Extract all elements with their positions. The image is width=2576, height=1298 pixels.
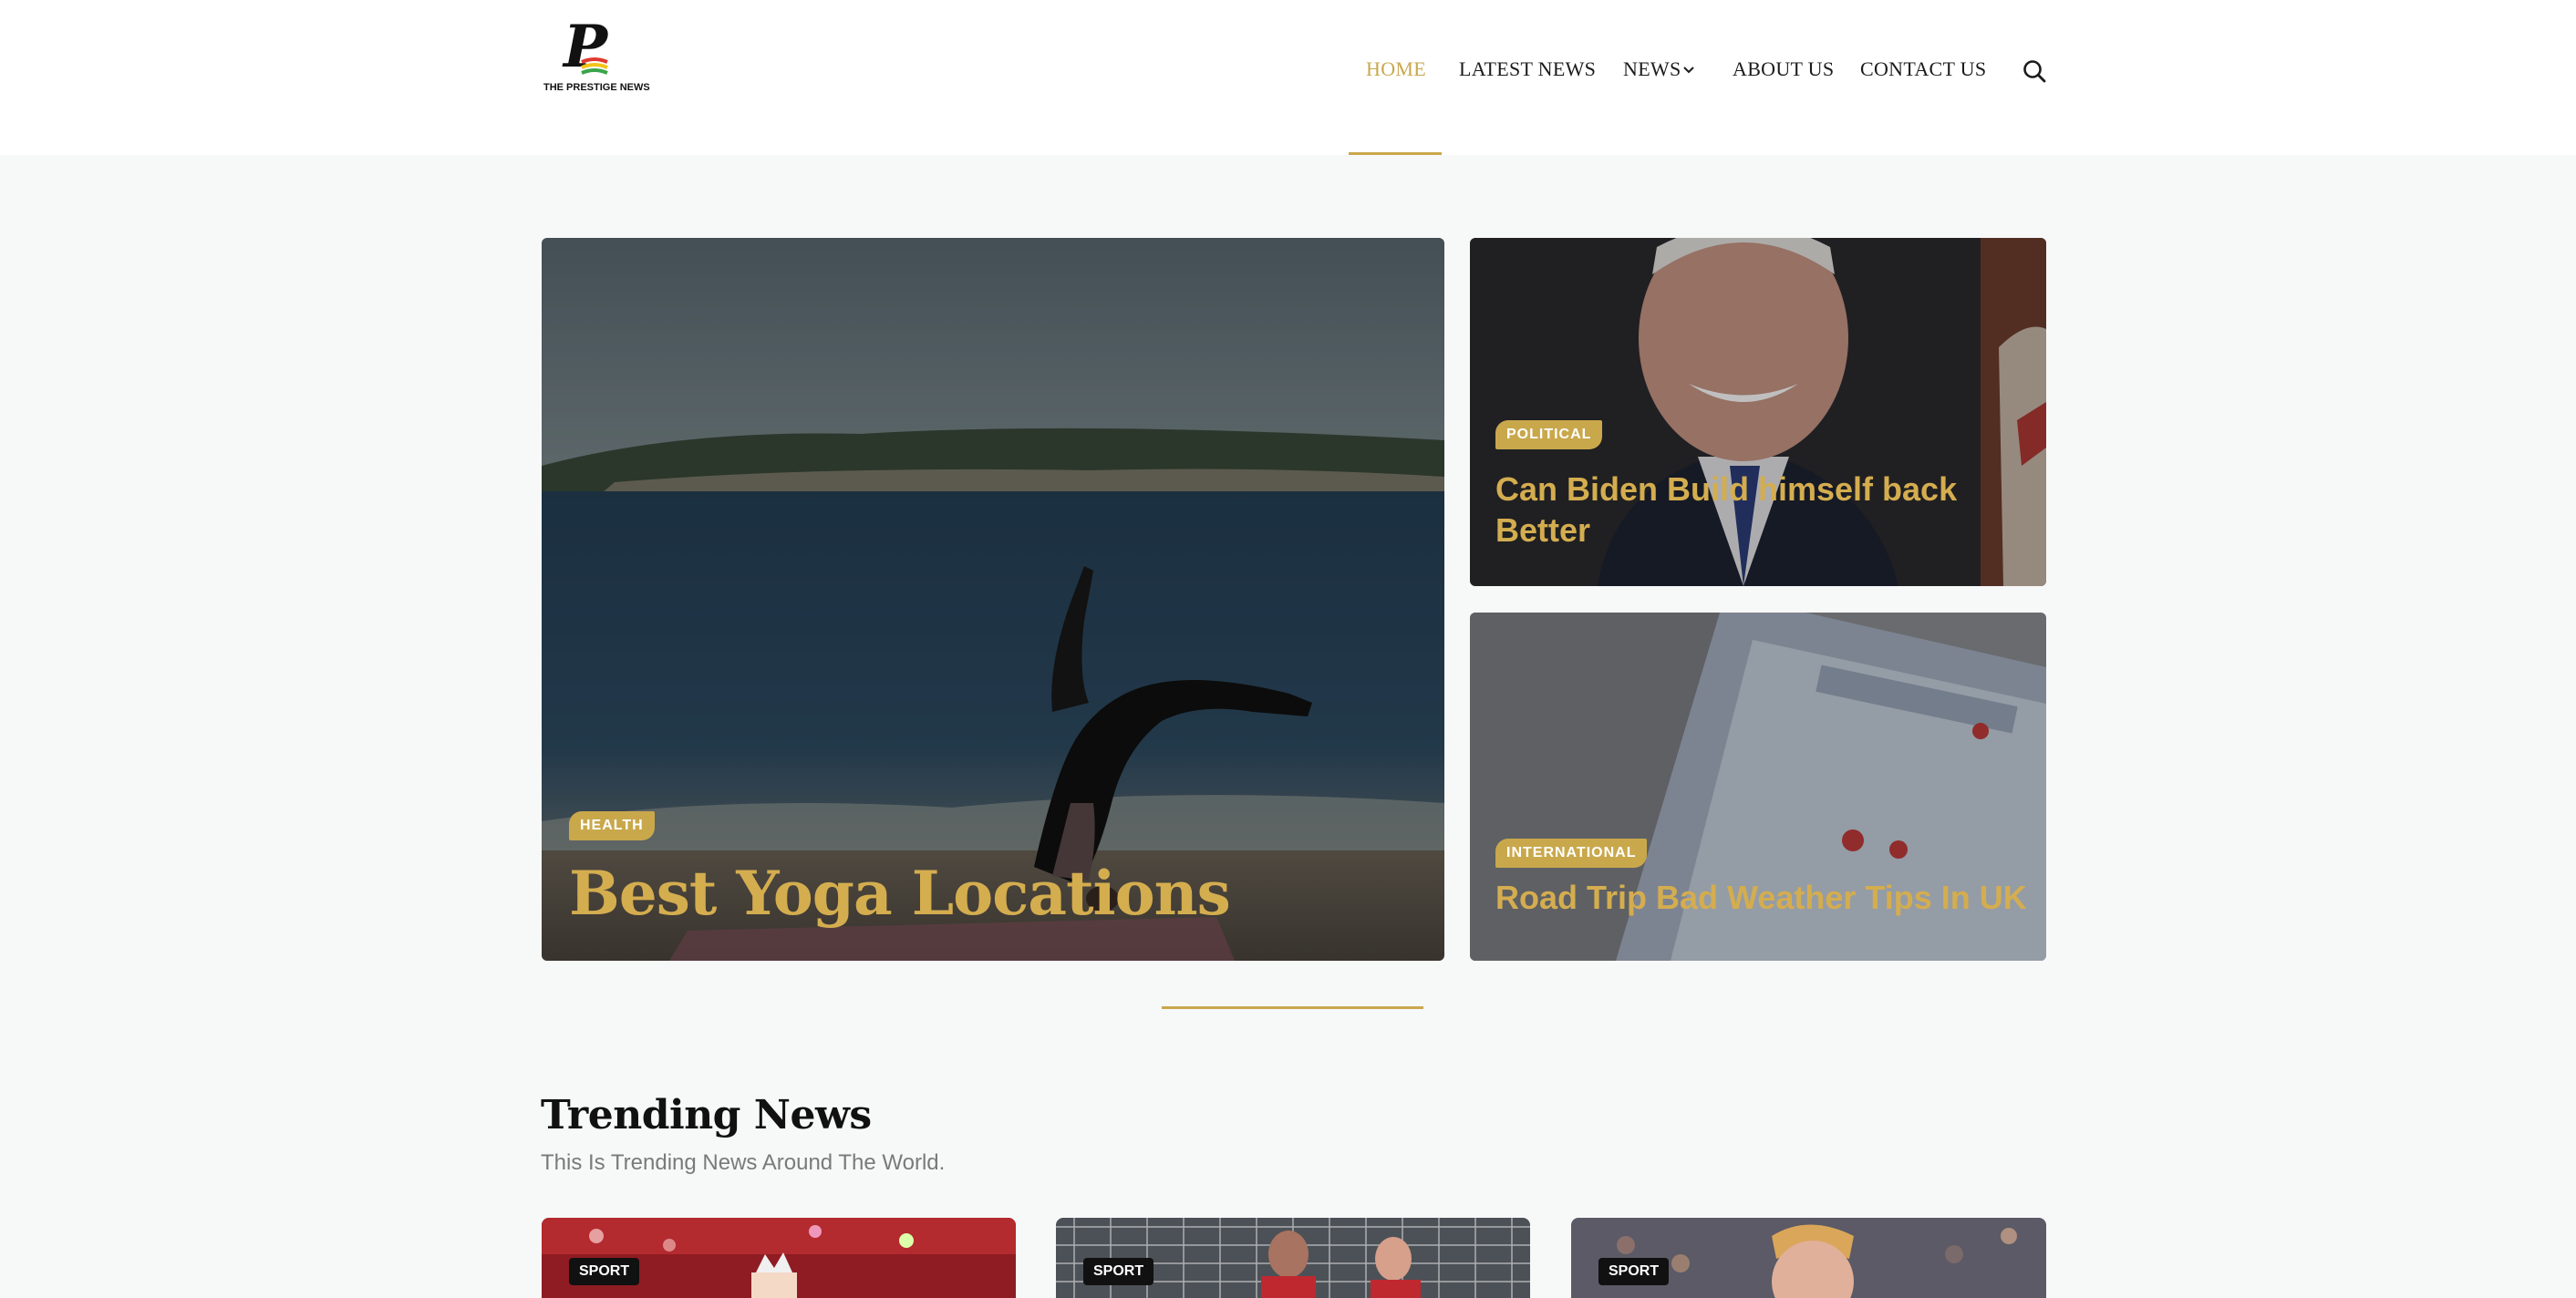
trending-card[interactable]: SPORT [542,1218,1016,1298]
site-header: P THE PRESTIGE NEWS HOME LATEST NEWS NEW… [0,0,2576,155]
hero-main-title[interactable]: Best Yoga Locations [569,858,1231,929]
category-badge[interactable]: SPORT [1083,1258,1154,1285]
search-icon[interactable] [2022,58,2047,84]
category-badge[interactable]: SPORT [569,1258,640,1285]
nav-news[interactable]: NEWS [1623,57,1681,81]
category-badge[interactable]: SPORT [1598,1258,1670,1285]
site-logo[interactable]: P THE PRESTIGE NEWS [543,18,650,97]
category-badge[interactable]: INTERNATIONAL [1495,839,1648,868]
trending-title: Trending News [541,1092,872,1138]
logo-text: THE PRESTIGE NEWS [543,82,650,93]
nav-latest-news[interactable]: LATEST NEWS [1459,57,1596,81]
logo-stripes [581,57,608,75]
hero-international-title[interactable]: Road Trip Bad Weather Tips In UK [1495,877,2027,918]
nav-home[interactable]: HOME [1366,57,1426,81]
nav-about-us[interactable]: ABOUT US [1733,57,1834,81]
trending-card[interactable]: SPORT [1571,1218,2046,1298]
hero-card-political[interactable]: POLITICAL Can Biden Build himself back B… [1470,238,2046,586]
category-badge[interactable]: HEALTH [569,811,655,840]
nav-contact-us[interactable]: CONTACT US [1860,57,1986,81]
trending-subtitle: This Is Trending News Around The World. [541,1150,946,1175]
category-badge[interactable]: POLITICAL [1495,420,1603,449]
hero-card-international[interactable]: INTERNATIONAL Road Trip Bad Weather Tips… [1470,613,2046,961]
image-overlay [542,238,1444,961]
chevron-down-icon[interactable] [1682,64,1695,77]
trending-card[interactable]: SPORT [1056,1218,1530,1298]
hero-political-title-line1[interactable]: Can Biden Build himself back [1495,469,1957,510]
hero-political-title-line2[interactable]: Better [1495,510,1590,551]
active-nav-underline [1349,152,1442,155]
section-divider [1162,1006,1423,1009]
hero-card-main[interactable]: HEALTH Best Yoga Locations [542,238,1444,961]
